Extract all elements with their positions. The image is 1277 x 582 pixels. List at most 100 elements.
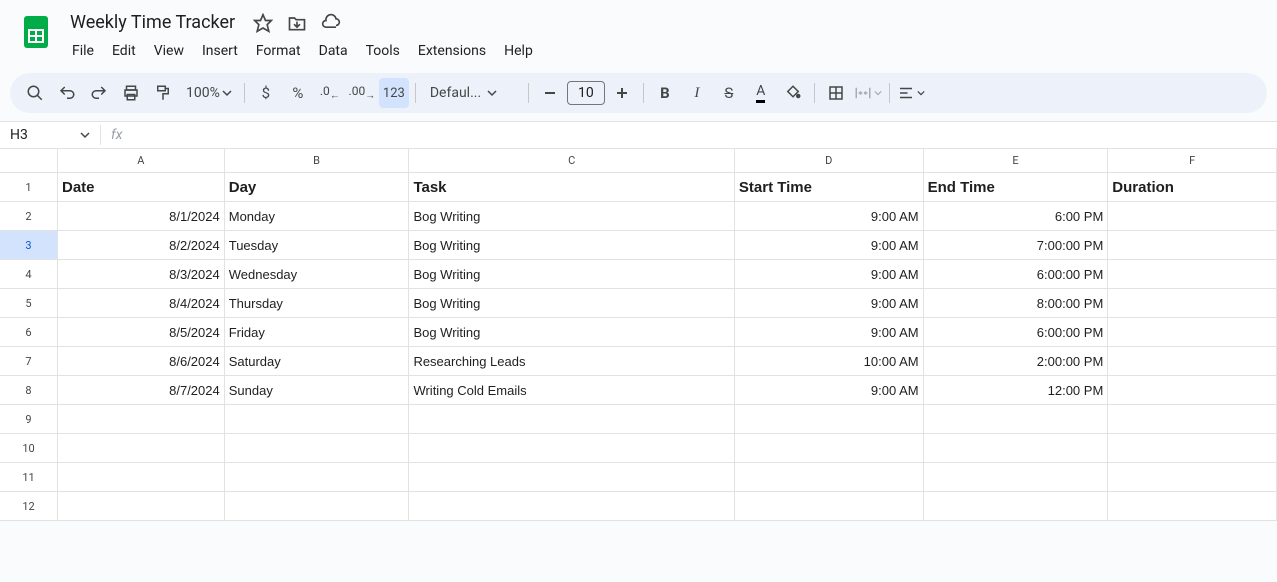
cell-F2[interactable] (1108, 202, 1277, 231)
cell-A11[interactable] (58, 463, 225, 492)
select-all-corner[interactable] (0, 149, 58, 173)
currency-icon[interactable]: $ (251, 78, 281, 108)
cell-D12[interactable] (735, 492, 924, 521)
cell-E11[interactable] (924, 463, 1109, 492)
cell-D6[interactable]: 9:00 AM (735, 318, 924, 347)
font-select[interactable]: Defaul... (422, 85, 522, 101)
move-icon[interactable] (287, 13, 307, 33)
cell-E12[interactable] (924, 492, 1109, 521)
cell-C11[interactable] (409, 463, 734, 492)
cell-A9[interactable] (58, 405, 225, 434)
row-header-5[interactable]: 5 (0, 289, 58, 318)
cell-D10[interactable] (735, 434, 924, 463)
column-header-E[interactable]: E (924, 149, 1109, 172)
formula-input[interactable] (132, 127, 1277, 143)
column-header-B[interactable]: B (225, 149, 410, 172)
cell-E10[interactable] (924, 434, 1109, 463)
redo-icon[interactable] (84, 78, 114, 108)
cell-E9[interactable] (924, 405, 1109, 434)
increase-decimal-icon[interactable]: .00→ (347, 78, 377, 108)
row-header-6[interactable]: 6 (0, 318, 58, 347)
menu-help[interactable]: Help (496, 39, 541, 63)
cell-D1[interactable]: Start Time (735, 173, 924, 202)
decrease-decimal-icon[interactable]: .0← (315, 78, 345, 108)
cell-D5[interactable]: 9:00 AM (735, 289, 924, 318)
cell-A12[interactable] (58, 492, 225, 521)
font-size-input[interactable]: 10 (567, 81, 605, 105)
cell-C12[interactable] (409, 492, 734, 521)
cell-B8[interactable]: Sunday (225, 376, 410, 405)
cell-B2[interactable]: Monday (225, 202, 410, 231)
cell-C5[interactable]: Bog Writing (409, 289, 734, 318)
column-header-F[interactable]: F (1108, 149, 1277, 172)
row-header-3[interactable]: 3 (0, 231, 58, 260)
menu-edit[interactable]: Edit (104, 39, 144, 63)
cell-A10[interactable] (58, 434, 225, 463)
row-header-11[interactable]: 11 (0, 463, 58, 492)
cell-A6[interactable]: 8/5/2024 (58, 318, 225, 347)
cell-B7[interactable]: Saturday (225, 347, 410, 376)
strikethrough-icon[interactable]: S (714, 78, 744, 108)
cell-F10[interactable] (1108, 434, 1277, 463)
cell-B11[interactable] (225, 463, 410, 492)
cell-A4[interactable]: 8/3/2024 (58, 260, 225, 289)
cell-B5[interactable]: Thursday (225, 289, 410, 318)
increase-font-size-icon[interactable] (607, 78, 637, 108)
cell-F1[interactable]: Duration (1108, 173, 1277, 202)
cell-D7[interactable]: 10:00 AM (735, 347, 924, 376)
cell-F8[interactable] (1108, 376, 1277, 405)
zoom-select[interactable]: 100% (180, 85, 238, 101)
row-header-7[interactable]: 7 (0, 347, 58, 376)
star-icon[interactable] (253, 13, 273, 33)
cell-C10[interactable] (409, 434, 734, 463)
cell-F3[interactable] (1108, 231, 1277, 260)
cell-D3[interactable]: 9:00 AM (735, 231, 924, 260)
row-header-4[interactable]: 4 (0, 260, 58, 289)
cell-A2[interactable]: 8/1/2024 (58, 202, 225, 231)
cell-A8[interactable]: 8/7/2024 (58, 376, 225, 405)
cell-E6[interactable]: 6:00:00 PM (924, 318, 1109, 347)
cell-D2[interactable]: 9:00 AM (735, 202, 924, 231)
cell-F4[interactable] (1108, 260, 1277, 289)
percent-icon[interactable]: % (283, 78, 313, 108)
name-box[interactable]: H3 (0, 127, 100, 143)
cell-F6[interactable] (1108, 318, 1277, 347)
cell-B3[interactable]: Tuesday (225, 231, 410, 260)
cell-E2[interactable]: 6:00 PM (924, 202, 1109, 231)
menu-view[interactable]: View (146, 39, 192, 63)
borders-icon[interactable] (821, 78, 851, 108)
cell-D9[interactable] (735, 405, 924, 434)
number-format-button[interactable]: 123 (379, 78, 409, 108)
align-icon[interactable] (896, 78, 926, 108)
cell-E1[interactable]: End Time (924, 173, 1109, 202)
column-header-C[interactable]: C (409, 149, 734, 172)
cell-A1[interactable]: Date (58, 173, 225, 202)
fill-color-icon[interactable] (778, 78, 808, 108)
cell-C7[interactable]: Researching Leads (409, 347, 734, 376)
text-color-icon[interactable]: A (746, 78, 776, 108)
cell-E4[interactable]: 6:00:00 PM (924, 260, 1109, 289)
cell-B1[interactable]: Day (225, 173, 410, 202)
print-icon[interactable] (116, 78, 146, 108)
cell-C9[interactable] (409, 405, 734, 434)
italic-icon[interactable]: I (682, 78, 712, 108)
cell-B10[interactable] (225, 434, 410, 463)
row-header-8[interactable]: 8 (0, 376, 58, 405)
cell-E5[interactable]: 8:00:00 PM (924, 289, 1109, 318)
cell-F7[interactable] (1108, 347, 1277, 376)
cell-D11[interactable] (735, 463, 924, 492)
cell-E7[interactable]: 2:00:00 PM (924, 347, 1109, 376)
cell-A5[interactable]: 8/4/2024 (58, 289, 225, 318)
menu-data[interactable]: Data (311, 39, 356, 63)
cell-F9[interactable] (1108, 405, 1277, 434)
row-header-1[interactable]: 1 (0, 173, 58, 202)
row-header-9[interactable]: 9 (0, 405, 58, 434)
cell-C3[interactable]: Bog Writing (409, 231, 734, 260)
menu-extensions[interactable]: Extensions (410, 39, 494, 63)
undo-icon[interactable] (52, 78, 82, 108)
menu-file[interactable]: File (64, 39, 102, 63)
column-header-A[interactable]: A (58, 149, 225, 172)
cell-E3[interactable]: 7:00:00 PM (924, 231, 1109, 260)
sheets-logo[interactable] (16, 12, 56, 52)
cell-C8[interactable]: Writing Cold Emails (409, 376, 734, 405)
